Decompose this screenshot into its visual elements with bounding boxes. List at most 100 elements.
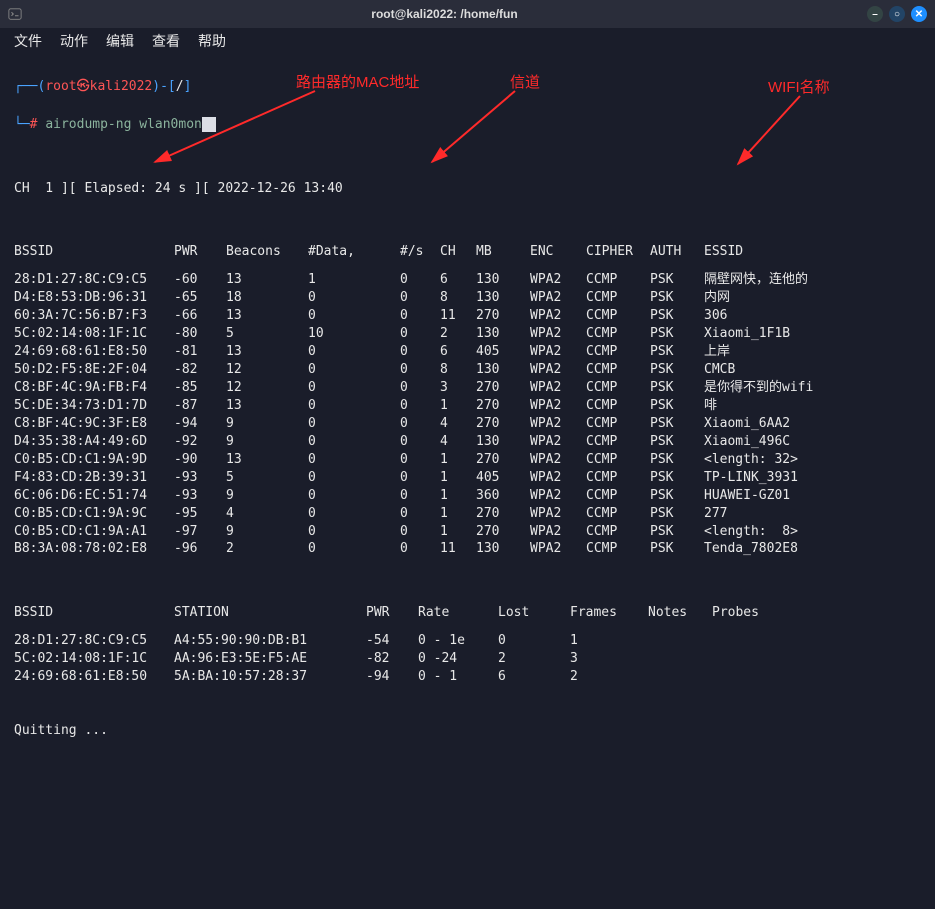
cell-rate: 0 - 1 (418, 668, 498, 686)
cell-essid: 277 (704, 505, 813, 523)
sta-col-probes: Probes (712, 594, 759, 632)
cell-essid: 隔壁网快，连他的 (704, 271, 813, 289)
cell-probes (712, 632, 759, 650)
cell-pwr: -93 (174, 487, 226, 505)
menu-actions[interactable]: 动作 (60, 31, 88, 51)
close-button[interactable]: ✕ (911, 6, 927, 22)
ap-col-mb: MB (476, 233, 530, 271)
menu-edit[interactable]: 编辑 (106, 31, 134, 51)
table-row: 28:D1:27:8C:C9:C5-6013106130WPA2CCMPPSK隔… (14, 271, 813, 289)
cell-s: 0 (400, 487, 440, 505)
cell-pwr: -82 (366, 650, 418, 668)
cell-auth: PSK (650, 433, 704, 451)
table-row: C0:B5:CD:C1:9A:A1-979001270WPA2CCMPPSK<l… (14, 523, 813, 541)
ap-header-row: BSSID PWR Beacons #Data, #/s CH MB ENC C… (14, 233, 813, 271)
cell-bssid: 28:D1:27:8C:C9:C5 (14, 271, 174, 289)
cell-bssid: C8:BF:4C:9C:3F:E8 (14, 415, 174, 433)
cell-enc: WPA2 (530, 505, 586, 523)
cell-beacons: 13 (226, 307, 308, 325)
cell-ch: 11 (440, 540, 476, 558)
cell-beacons: 13 (226, 271, 308, 289)
cell-rate: 0 -24 (418, 650, 498, 668)
quitting-line: Quitting ... (14, 722, 921, 740)
window-controls: – ○ ✕ (867, 6, 927, 22)
cell-mb: 130 (476, 361, 530, 379)
cell-station: A4:55:90:90:DB:B1 (174, 632, 366, 650)
cursor-icon (202, 117, 216, 132)
cell-mb: 270 (476, 505, 530, 523)
cell-bssid: 28:D1:27:8C:C9:C5 (14, 632, 174, 650)
cell-pwr: -60 (174, 271, 226, 289)
cell-enc: WPA2 (530, 469, 586, 487)
cell-essid: 啡 (704, 397, 813, 415)
cell-cipher: CCMP (586, 415, 650, 433)
sta-col-lost: Lost (498, 594, 570, 632)
cell-ch: 1 (440, 505, 476, 523)
cell-essid: 是你得不到的wifi (704, 379, 813, 397)
cell-pwr: -80 (174, 325, 226, 343)
cell-frames: 1 (570, 632, 648, 650)
cell-beacons: 18 (226, 289, 308, 307)
cell-data: 0 (308, 415, 400, 433)
cell-data: 1 (308, 271, 400, 289)
cell-ch: 2 (440, 325, 476, 343)
cell-pwr: -85 (174, 379, 226, 397)
cell-data: 0 (308, 361, 400, 379)
cell-s: 0 (400, 307, 440, 325)
cell-s: 0 (400, 505, 440, 523)
cell-ch: 6 (440, 343, 476, 361)
cell-data: 0 (308, 343, 400, 361)
ap-col-pwr: PWR (174, 233, 226, 271)
ap-col-beacons: Beacons (226, 233, 308, 271)
cell-s: 0 (400, 433, 440, 451)
ap-col-auth: AUTH (650, 233, 704, 271)
cell-mb: 130 (476, 289, 530, 307)
cell-auth: PSK (650, 271, 704, 289)
menu-file[interactable]: 文件 (14, 31, 42, 51)
cell-pwr: -87 (174, 397, 226, 415)
cell-auth: PSK (650, 505, 704, 523)
cell-beacons: 13 (226, 343, 308, 361)
cell-pwr: -90 (174, 451, 226, 469)
cell-cipher: CCMP (586, 343, 650, 361)
cell-beacons: 2 (226, 540, 308, 558)
cell-data: 0 (308, 523, 400, 541)
menu-help[interactable]: 帮助 (198, 31, 226, 51)
cell-cipher: CCMP (586, 379, 650, 397)
cell-s: 0 (400, 469, 440, 487)
cell-lost: 6 (498, 668, 570, 686)
cell-data: 0 (308, 307, 400, 325)
cell-essid: TP-LINK_3931 (704, 469, 813, 487)
cell-cipher: CCMP (586, 540, 650, 558)
cell-enc: WPA2 (530, 487, 586, 505)
cell-ch: 3 (440, 379, 476, 397)
cell-mb: 270 (476, 415, 530, 433)
menu-view[interactable]: 查看 (152, 31, 180, 51)
cell-auth: PSK (650, 415, 704, 433)
cell-cipher: CCMP (586, 289, 650, 307)
cell-pwr: -94 (174, 415, 226, 433)
cell-enc: WPA2 (530, 540, 586, 558)
cell-lost: 0 (498, 632, 570, 650)
terminal-body[interactable]: ┌──(root㉿kali2022)-[/] └─# airodump-ng w… (0, 54, 935, 909)
menubar: 文件 动作 编辑 查看 帮助 (0, 28, 935, 54)
cell-s: 0 (400, 289, 440, 307)
maximize-button[interactable]: ○ (889, 6, 905, 22)
cell-cipher: CCMP (586, 469, 650, 487)
prompt-l2prefix: └─ (14, 117, 30, 132)
cell-bssid: 24:69:68:61:E8:50 (14, 343, 174, 361)
cell-enc: WPA2 (530, 451, 586, 469)
cell-data: 0 (308, 505, 400, 523)
cell-cipher: CCMP (586, 505, 650, 523)
cell-cipher: CCMP (586, 271, 650, 289)
cell-auth: PSK (650, 379, 704, 397)
cell-beacons: 9 (226, 415, 308, 433)
cell-essid: Xiaomi_496C (704, 433, 813, 451)
cell-bssid: C0:B5:CD:C1:9A:9C (14, 505, 174, 523)
cell-data: 0 (308, 397, 400, 415)
ap-col-ch: CH (440, 233, 476, 271)
cell-pwr: -65 (174, 289, 226, 307)
cell-rate: 0 - 1e (418, 632, 498, 650)
minimize-button[interactable]: – (867, 6, 883, 22)
cell-auth: PSK (650, 540, 704, 558)
